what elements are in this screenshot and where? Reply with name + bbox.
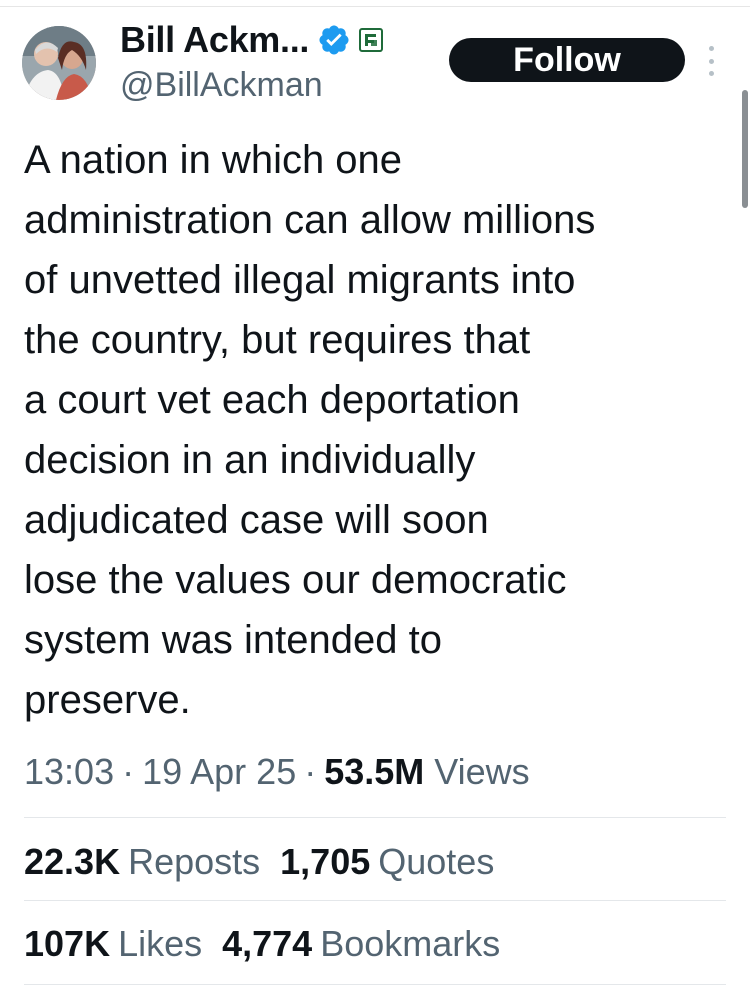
more-vertical-icon[interactable] <box>704 46 718 76</box>
author-display-name[interactable]: Bill Ackm... <box>120 19 309 61</box>
stats-divider-top <box>24 817 726 818</box>
bookmarks-label: Bookmarks <box>320 923 501 964</box>
quotes-stat[interactable]: 1,705 Quotes <box>280 838 494 886</box>
views-count[interactable]: 53.5M <box>324 751 424 792</box>
reposts-label: Reposts <box>128 841 261 882</box>
quotes-count: 1,705 <box>280 841 371 882</box>
tweet-text-line: lose the values our democratic <box>24 558 567 602</box>
bookmarks-count: 4,774 <box>222 923 313 964</box>
stats-divider-middle <box>24 900 726 901</box>
tweet-text-line: system was intended to <box>24 618 442 662</box>
follow-button[interactable]: Follow <box>449 38 685 82</box>
tweet-text-line: adjudicated case will soon <box>24 498 489 542</box>
author-name-row: Bill Ackm... <box>120 18 384 62</box>
top-divider <box>0 6 750 7</box>
tweet-text-line: A nation in which one <box>24 138 403 182</box>
likes-count: 107K <box>24 923 111 964</box>
tweet-meta: 13:03 · 19 Apr 25 · 53.5M Views <box>24 748 530 796</box>
verified-badge-icon[interactable] <box>317 23 351 57</box>
reposts-stat[interactable]: 22.3K Reposts <box>24 838 260 886</box>
tweet-time[interactable]: 13:03 <box>24 751 114 792</box>
author-handle[interactable]: @BillAckman <box>120 66 323 105</box>
scrollbar-thumb[interactable] <box>742 90 748 208</box>
affiliate-badge-icon[interactable] <box>359 28 384 52</box>
author-avatar[interactable] <box>22 26 96 100</box>
tweet-text: A nation in which one administration can… <box>24 130 734 730</box>
reposts-count: 22.3K <box>24 841 121 882</box>
tweet-text-line: of unvetted illegal migrants into <box>24 258 576 302</box>
likes-stat[interactable]: 107K Likes <box>24 920 202 968</box>
meta-separator: · <box>122 751 135 792</box>
tweet-text-line: preserve. <box>24 678 191 722</box>
meta-separator: · <box>304 751 317 792</box>
likes-label: Likes <box>118 923 203 964</box>
tweet-text-line: administration can allow millions <box>24 198 596 242</box>
tweet-detail-view: Bill Ackm... @BillAckman Follow A nation… <box>0 0 750 1000</box>
quotes-label: Quotes <box>378 841 495 882</box>
tweet-text-line: a court vet each deportation <box>24 378 520 422</box>
more-dot <box>708 71 714 76</box>
tweet-text-line: the country, but requires that <box>24 318 531 362</box>
more-dot <box>708 46 714 51</box>
views-label: Views <box>434 751 530 792</box>
tweet-text-line: decision in an individually <box>24 438 476 482</box>
more-dot <box>708 58 714 64</box>
engagement-row-1: 22.3K Reposts 1,705 Quotes <box>24 838 514 886</box>
bookmarks-stat[interactable]: 4,774 Bookmarks <box>222 920 500 968</box>
engagement-row-2: 107K Likes 4,774 Bookmarks <box>24 920 520 968</box>
tweet-date[interactable]: 19 Apr 25 <box>142 751 296 792</box>
stats-divider-bottom <box>24 984 726 985</box>
avatar-photo-icon <box>22 26 96 100</box>
